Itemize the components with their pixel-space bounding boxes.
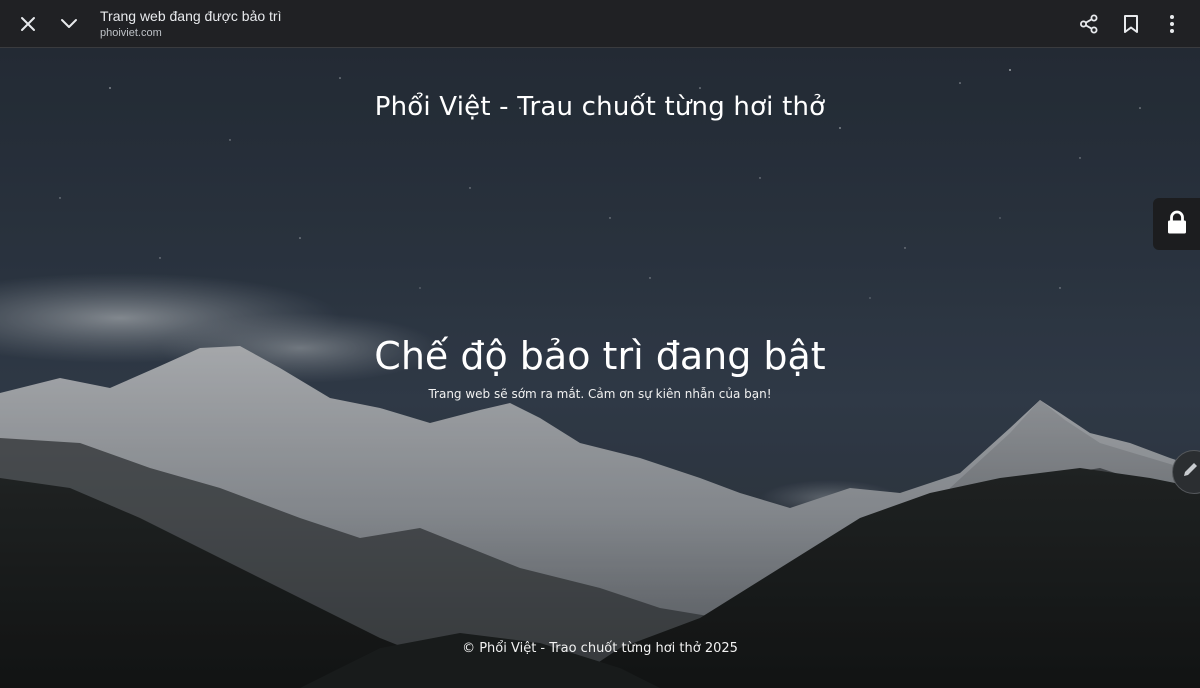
page-title-block[interactable]: Trang web đang được bảo trì phoiviet.com — [100, 7, 800, 41]
pencil-icon — [1181, 461, 1199, 484]
page-url: phoiviet.com — [100, 27, 162, 39]
close-icon — [20, 16, 36, 32]
more-menu-button[interactable] — [1152, 4, 1192, 44]
share-icon — [1079, 14, 1099, 34]
maintenance-subheading: Trang web sẽ sớm ra mắt. Cảm ơn sự kiên … — [428, 387, 772, 401]
maintenance-heading: Chế độ bảo trì đang bật — [374, 334, 826, 378]
collapse-button[interactable] — [49, 4, 89, 44]
login-lock-button[interactable] — [1153, 198, 1200, 250]
bookmark-icon — [1123, 14, 1139, 34]
close-button[interactable] — [8, 4, 48, 44]
site-title[interactable]: Phổi Việt - Trau chuốt từng hơi thở — [0, 92, 1200, 122]
bookmark-button[interactable] — [1111, 4, 1151, 44]
share-button[interactable] — [1069, 4, 1109, 44]
footer-copyright: © Phổi Việt - Trao chuốt từng hơi thở 20… — [462, 641, 738, 656]
browser-toolbar: Trang web đang được bảo trì phoiviet.com — [0, 0, 1200, 48]
more-vert-icon — [1169, 14, 1175, 34]
page-title: Trang web đang được bảo trì — [100, 8, 282, 24]
chevron-down-icon — [60, 18, 78, 30]
lock-icon — [1166, 210, 1188, 239]
maintenance-page: Phổi Việt - Trau chuốt từng hơi thở Chế … — [0, 48, 1200, 688]
